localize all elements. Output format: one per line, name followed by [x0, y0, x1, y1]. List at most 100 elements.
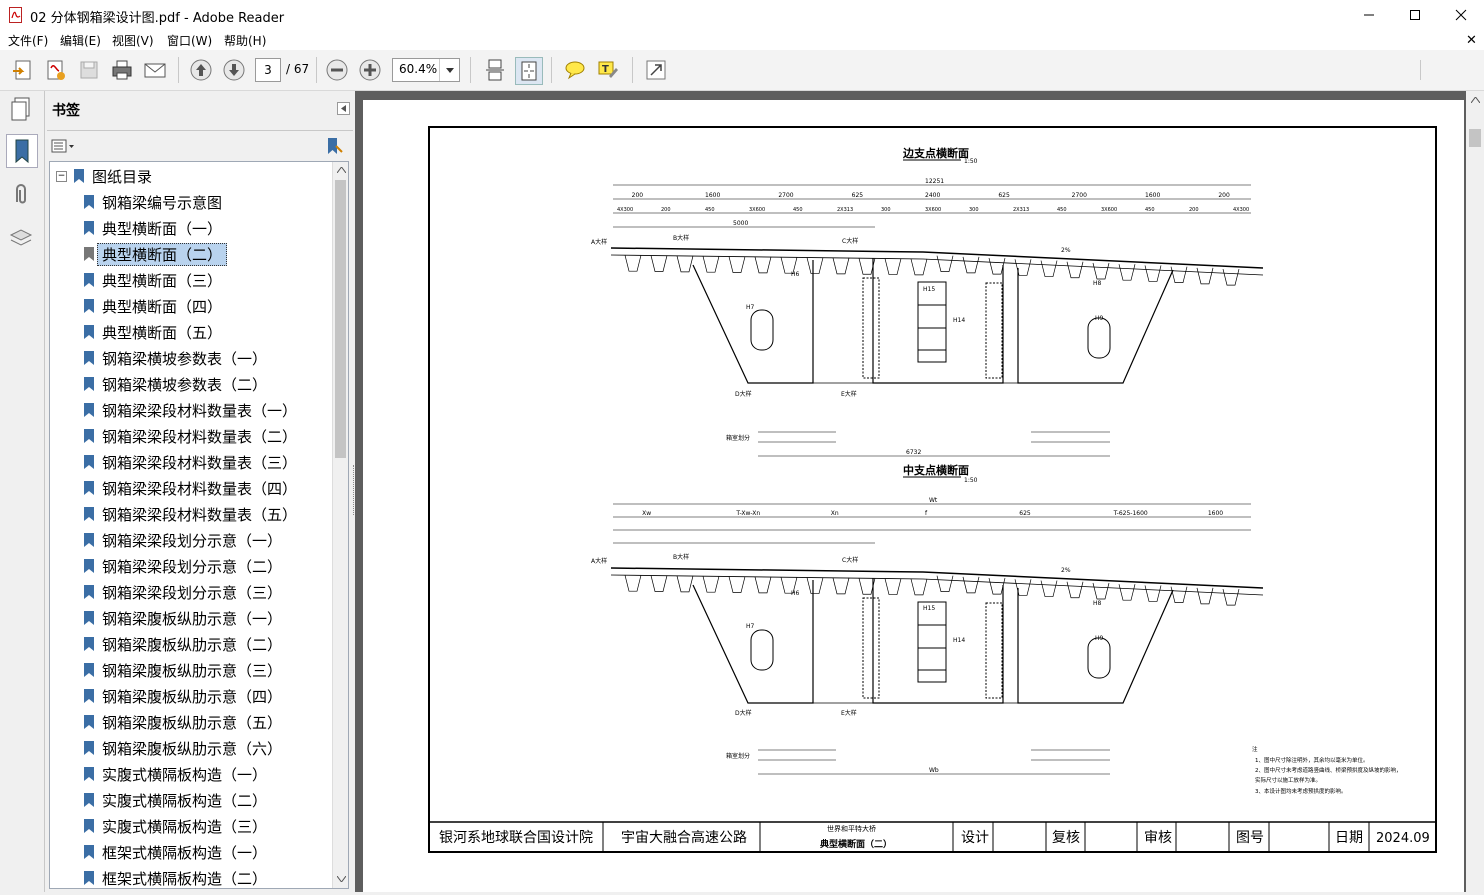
bookmark-item[interactable]: 钢箱梁梁段划分示意（一） — [82, 529, 282, 551]
menu-view[interactable]: 视图(V) — [112, 32, 154, 49]
pages-icon — [11, 97, 30, 121]
menu-bar: 文件(F) 编辑(E) 视图(V) 窗口(W) 帮助(H) ✕ — [0, 30, 1484, 50]
sticky-note-button[interactable] — [562, 57, 588, 83]
bookmark-icon — [84, 611, 94, 625]
page-thumbnails-button[interactable] — [6, 93, 36, 125]
bookmarks-button[interactable] — [6, 134, 38, 168]
bookmark-item[interactable]: 实腹式横隔板构造（二） — [82, 789, 267, 811]
create-pdf-button[interactable] — [43, 57, 69, 83]
bookmark-item[interactable]: 钢箱梁梁段材料数量表（二） — [82, 425, 297, 447]
bookmark-item[interactable]: 典型横断面（二） — [82, 242, 228, 266]
comment-bubble-icon — [565, 61, 585, 80]
bookmarks-scrollbar[interactable] — [332, 162, 348, 888]
highlight-text-button[interactable]: T — [595, 57, 621, 83]
maximize-button[interactable] — [1392, 0, 1438, 30]
bookmark-item[interactable]: 实腹式横隔板构造（三） — [82, 815, 267, 837]
bookmark-item[interactable]: 钢箱梁横坡参数表（一） — [82, 347, 267, 369]
scrollbar-thumb[interactable] — [335, 180, 346, 458]
dimension-label: 2700 — [1072, 192, 1087, 199]
bookmark-item[interactable]: 典型横断面（三） — [82, 269, 222, 291]
menu-file[interactable]: 文件(F) — [8, 32, 48, 49]
bookmark-label: 钢箱梁梁段材料数量表（一） — [102, 401, 298, 420]
bookmark-icon — [84, 637, 94, 651]
document-scrollbar[interactable] — [1466, 91, 1484, 892]
bookmark-item[interactable]: 典型横断面（五） — [82, 321, 222, 343]
bookmark-root[interactable]: − 图纸目录 — [56, 165, 152, 187]
bookmark-item[interactable]: 钢箱梁梁段材料数量表（四） — [82, 477, 297, 499]
menu-window[interactable]: 窗口(W) — [167, 32, 212, 49]
dimension-label: 3X600 — [749, 207, 765, 213]
bookmark-label: 实腹式横隔板构造（一） — [102, 765, 268, 784]
scrollbar-thumb[interactable] — [1469, 129, 1481, 147]
bookmark-item[interactable]: 实腹式横隔板构造（一） — [82, 763, 267, 785]
menu-help[interactable]: 帮助(H) — [224, 32, 266, 49]
dimension-label: 450 — [1145, 207, 1155, 213]
attachments-button[interactable] — [6, 179, 36, 211]
create-pdf-icon — [47, 60, 65, 80]
review-label: 审核 — [1144, 830, 1172, 846]
next-page-button[interactable] — [221, 57, 247, 83]
collapse-toggle[interactable]: − — [56, 170, 67, 182]
bookmark-item[interactable]: 框架式横隔板构造（一） — [82, 841, 267, 863]
bookmark-item[interactable]: 钢箱梁编号示意图 — [82, 191, 222, 213]
bookmark-item[interactable]: 钢箱梁梁段材料数量表（五） — [82, 503, 297, 525]
u-rib — [702, 256, 720, 273]
toolbar-separator — [632, 57, 633, 83]
expand-bookmark-button[interactable] — [324, 136, 344, 156]
bookmark-label: 钢箱梁腹板纵肋示意（六） — [102, 739, 283, 758]
layers-button[interactable] — [6, 222, 36, 254]
page-number-input[interactable]: 3 — [255, 58, 281, 82]
dimension-label: 2400 — [925, 192, 940, 199]
close-document-icon[interactable]: ✕ — [1466, 33, 1477, 48]
scroll-up-icon[interactable] — [337, 167, 346, 173]
menu-edit[interactable]: 编辑(E) — [60, 32, 101, 49]
navigation-rail — [0, 91, 45, 892]
bookmark-item[interactable]: 钢箱梁腹板纵肋示意（三） — [82, 659, 282, 681]
bookmark-item[interactable]: 钢箱梁腹板纵肋示意（四） — [82, 685, 282, 707]
bookmark-item[interactable]: 钢箱梁梁段划分示意（三） — [82, 581, 282, 603]
email-button[interactable] — [142, 57, 168, 83]
section-title: 中支点横断面 — [903, 463, 969, 477]
bookmark-item[interactable]: 钢箱梁腹板纵肋示意（五） — [82, 711, 282, 733]
svg-text:C大样: C大样 — [842, 556, 858, 564]
zoom-in-button[interactable] — [357, 57, 383, 83]
dimension-label: T-625-1600 — [1113, 510, 1148, 517]
print-button[interactable] — [109, 57, 135, 83]
chevron-down-icon[interactable] — [439, 59, 460, 81]
bookmark-item[interactable]: 钢箱梁梁段划分示意（二） — [82, 555, 282, 577]
bookmark-item[interactable]: 钢箱梁横坡参数表（二） — [82, 373, 267, 395]
bookmark-item[interactable]: 钢箱梁梁段材料数量表（三） — [82, 451, 297, 473]
bookmark-item[interactable]: 钢箱梁梁段材料数量表（一） — [82, 399, 297, 421]
section-side-support: 边支点横断面 1:50 12251 5000 200 1600 2700 625 240… — [591, 146, 1264, 457]
full-screen-button[interactable] — [643, 57, 669, 83]
bookmark-item[interactable]: 典型横断面（一） — [82, 217, 222, 239]
toolbar-separator — [1420, 60, 1421, 80]
save-button[interactable] — [76, 57, 102, 83]
bookmark-item[interactable]: 典型横断面（四） — [82, 295, 222, 317]
fit-page-button[interactable] — [515, 57, 543, 85]
minimize-button[interactable] — [1346, 0, 1392, 30]
bookmark-item[interactable]: 钢箱梁腹板纵肋示意（六） — [82, 737, 282, 759]
zoom-out-button[interactable] — [324, 57, 350, 83]
open-file-button[interactable] — [10, 57, 36, 83]
note-line: 2、图中尺寸未考虑道路竖曲线、桥梁预拱度及纵坡的影响， — [1255, 766, 1402, 774]
options-menu-button[interactable] — [51, 137, 75, 155]
bookmark-item[interactable]: 钢箱梁腹板纵肋示意（二） — [82, 633, 282, 655]
scroll-down-icon[interactable] — [337, 876, 346, 882]
dimension-label: 200 — [632, 192, 644, 199]
bookmark-icon — [15, 139, 29, 164]
u-rib — [806, 257, 824, 274]
u-rib — [624, 255, 642, 272]
u-rib — [624, 575, 642, 592]
zoom-select[interactable]: 60.4% — [392, 58, 460, 82]
zoom-value: 60.4% — [399, 62, 438, 76]
scroll-up-icon[interactable] — [1471, 97, 1480, 103]
scrolling-mode-button[interactable] — [482, 57, 508, 83]
bookmark-item[interactable]: 钢箱梁腹板纵肋示意（一） — [82, 607, 282, 629]
previous-page-button[interactable] — [188, 57, 214, 83]
bookmark-item[interactable]: 框架式横隔板构造（二） — [82, 867, 267, 888]
close-button[interactable] — [1438, 0, 1484, 30]
collapse-panel-button[interactable] — [337, 102, 350, 115]
note-line: 实际尺寸以施工放样为准。 — [1255, 776, 1321, 784]
close-icon — [1455, 9, 1467, 21]
